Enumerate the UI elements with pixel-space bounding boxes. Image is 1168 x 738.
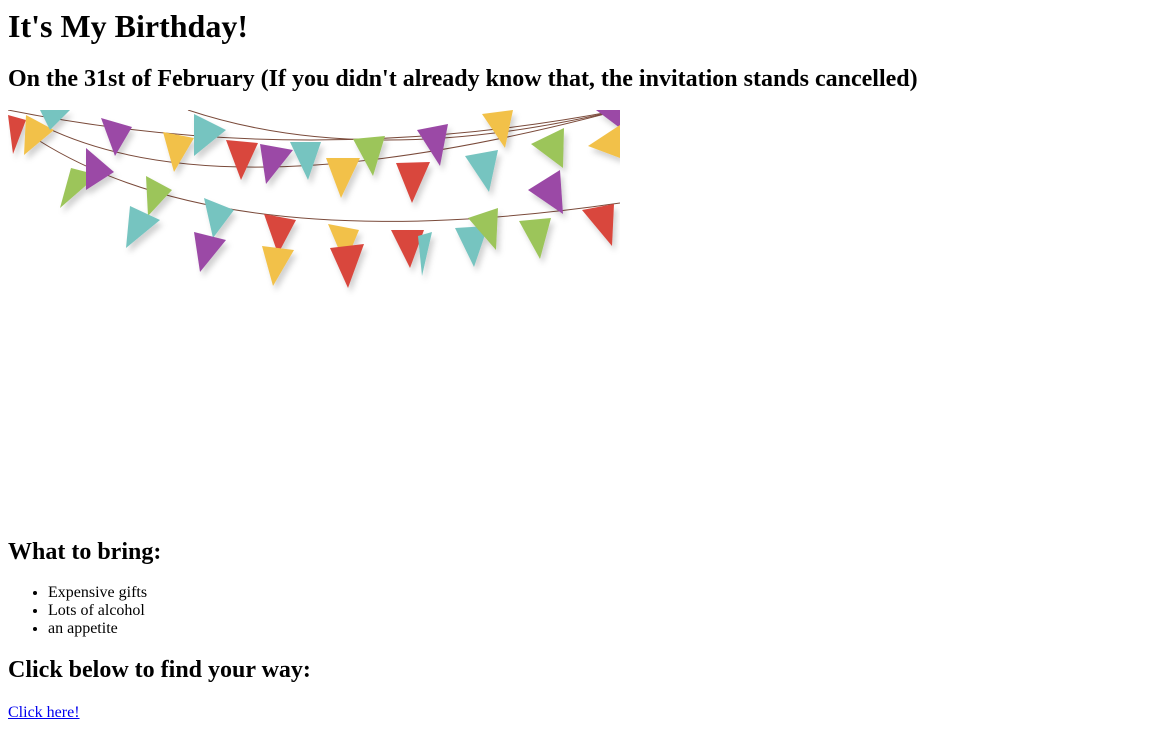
bring-heading: What to bring: [8,539,162,565]
bring-list: Expensive gifts Lots of alcohol an appet… [8,584,1160,638]
list-item: an appetite [48,620,1160,638]
list-item: Lots of alcohol [48,602,1160,620]
directions-link[interactable]: Click here! [8,704,80,721]
bunting-garland-image [8,110,620,288]
directions-paragraph: Click here! [8,704,1160,722]
page-subtitle: On the 31st of February (If you didn't a… [8,66,918,92]
directions-heading: Click below to find your way: [8,657,311,683]
page-title: It's My Birthday! [8,8,248,44]
list-item: Expensive gifts [48,584,1160,602]
